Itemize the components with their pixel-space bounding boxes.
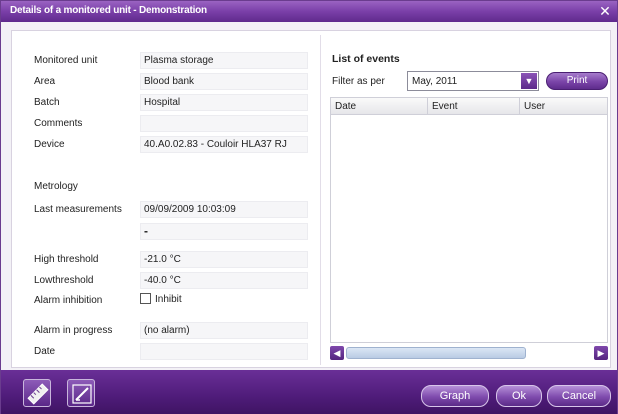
alarm-inhibition-label: Alarm inhibition [34, 295, 103, 306]
low-threshold-label: Lowthreshold [34, 275, 94, 286]
measurement-value-field: - [140, 223, 308, 240]
high-threshold-field: -21.0 °C [140, 251, 308, 268]
ruler-tool-button[interactable] [23, 379, 51, 407]
footer-toolbar: Graph Ok Cancel [1, 370, 617, 414]
column-header-user[interactable]: User [524, 101, 545, 112]
last-measurements-label: Last measurements [34, 204, 122, 215]
filter-select[interactable]: May, 2011 ▼ [407, 71, 539, 91]
column-separator[interactable] [427, 98, 428, 115]
horizontal-scrollbar[interactable]: ◀ ▶ [330, 346, 608, 360]
alarm-in-progress-field: (no alarm) [140, 322, 308, 339]
column-header-date[interactable]: Date [335, 101, 356, 112]
monitored-unit-field: Plasma storage [140, 52, 308, 69]
monitored-unit-label: Monitored unit [34, 55, 98, 66]
filter-selected-value: May, 2011 [412, 76, 458, 87]
column-header-event[interactable]: Event [432, 101, 458, 112]
inhibit-checkbox-label[interactable]: Inhibit [155, 294, 182, 305]
device-field: 40.A0.02.83 - Couloir HLA37 RJ [140, 136, 308, 153]
close-icon[interactable]: ✕ [597, 3, 613, 19]
edit-tool-button[interactable] [67, 379, 95, 407]
column-separator[interactable] [519, 98, 520, 115]
events-table: Date Event User [330, 97, 608, 343]
cancel-button[interactable]: Cancel [547, 385, 611, 407]
events-heading: List of events [332, 53, 400, 65]
high-threshold-label: High threshold [34, 254, 99, 265]
chevron-left-icon[interactable]: ◀ [330, 346, 344, 360]
comments-label: Comments [34, 118, 83, 129]
date-label: Date [34, 346, 56, 357]
content-panel: Monitored unit Plasma storage Area Blood… [11, 30, 611, 368]
dialog-window: Details of a monitored unit - Demonstrat… [0, 0, 618, 414]
scrollbar-thumb[interactable] [346, 347, 526, 359]
low-threshold-field: -40.0 °C [140, 272, 308, 289]
ok-button[interactable]: Ok [496, 385, 542, 407]
window-title: Details of a monitored unit - Demonstrat… [10, 5, 207, 16]
edit-icon [72, 384, 92, 404]
print-button[interactable]: Print [546, 72, 608, 90]
last-measurements-field: 09/09/2009 10:03:09 [140, 201, 308, 218]
title-bar[interactable]: Details of a monitored unit - Demonstrat… [1, 1, 617, 22]
graph-button[interactable]: Graph [421, 385, 489, 407]
metrology-heading: Metrology [34, 181, 78, 192]
comments-field[interactable] [140, 115, 308, 132]
area-field: Blood bank [140, 73, 308, 90]
date-field [140, 343, 308, 360]
inhibit-checkbox[interactable] [140, 293, 151, 304]
device-label: Device [34, 139, 65, 150]
alarm-in-progress-label: Alarm in progress [34, 325, 113, 336]
events-table-header: Date Event User [331, 98, 607, 115]
column-divider [320, 35, 321, 365]
area-label: Area [34, 76, 56, 87]
filter-label: Filter as per [332, 76, 385, 87]
batch-field: Hospital [140, 94, 308, 111]
chevron-down-icon[interactable]: ▼ [521, 73, 537, 89]
batch-label: Batch [34, 97, 60, 108]
chevron-right-icon[interactable]: ▶ [594, 346, 608, 360]
ruler-icon [27, 383, 49, 405]
